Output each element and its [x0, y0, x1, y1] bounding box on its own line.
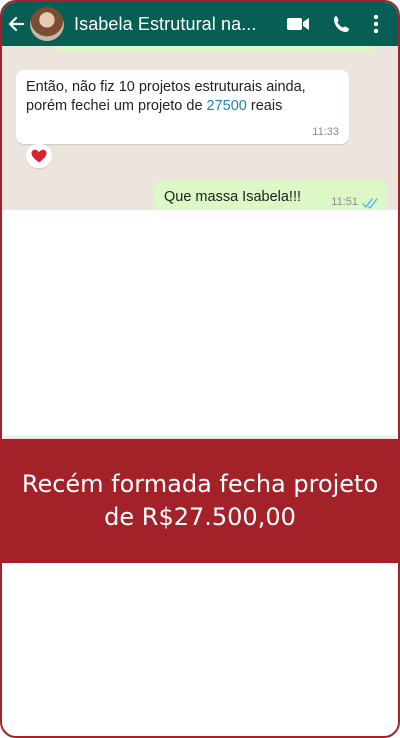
heart-icon [31, 149, 47, 163]
headline-banner: Recém formada fecha projeto de R$27.500,… [2, 439, 398, 563]
heart-reaction[interactable] [26, 144, 52, 168]
incoming-message-bubble[interactable]: Então, não fiz 10 projetos estruturais a… [16, 70, 349, 144]
header-actions [276, 2, 388, 46]
message-number-link[interactable]: 27500 [207, 98, 247, 114]
screenshot-card: Isabela Estrutural na... Então, não fiz … [0, 0, 400, 738]
read-ticks-icon [362, 198, 378, 209]
phone-icon[interactable] [320, 2, 364, 46]
video-call-icon[interactable] [276, 2, 320, 46]
previous-message-bubble [54, 46, 374, 52]
contact-name[interactable]: Isabela Estrutural na... [74, 14, 269, 35]
outgoing-message-bubble[interactable]: Que massa Isabela!!! 11:51 [154, 180, 388, 210]
incoming-message-text: Então, não fiz 10 projetos estruturais a… [26, 78, 326, 116]
message-text-part: reais [246, 98, 283, 114]
chat-area[interactable]: Então, não fiz 10 projetos estruturais a… [2, 46, 398, 210]
message-timestamp: 11:33 [312, 126, 339, 138]
avatar[interactable] [30, 7, 64, 41]
more-vertical-icon[interactable] [364, 2, 388, 46]
banner-text: Recém formada fecha projeto de R$27.500,… [21, 470, 379, 531]
back-arrow-icon[interactable] [4, 2, 28, 46]
message-timestamp: 11:51 [331, 196, 358, 208]
chat-header: Isabela Estrutural na... [2, 2, 398, 46]
